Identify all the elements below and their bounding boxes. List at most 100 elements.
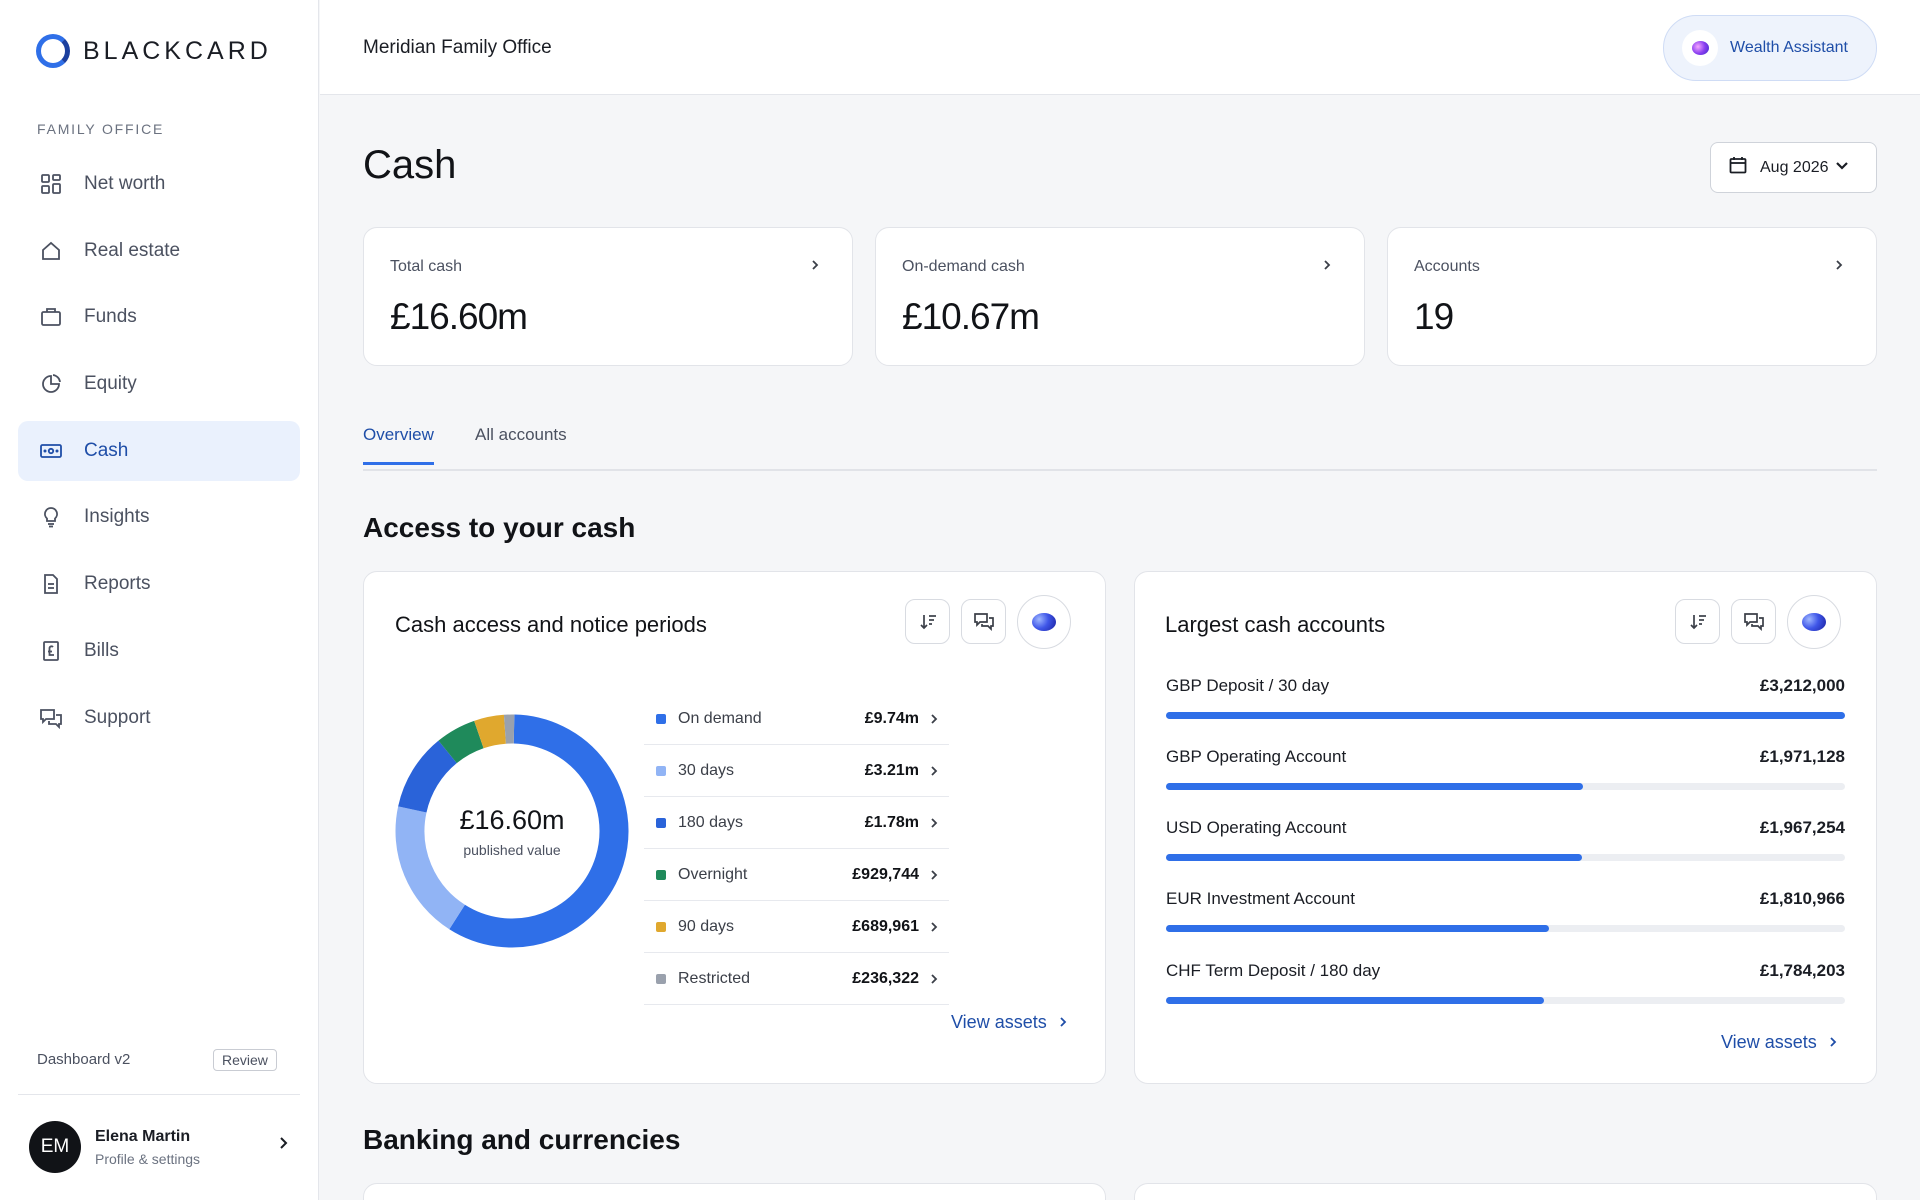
briefcase-icon xyxy=(38,304,64,330)
sidebar-item-funds[interactable]: Funds xyxy=(18,287,300,347)
account-value: £1,784,203 xyxy=(1759,961,1845,980)
brand-ring-icon xyxy=(36,34,70,68)
sidebar-item-reports[interactable]: Reports xyxy=(18,554,300,614)
sidebar-item-cash[interactable]: Cash xyxy=(18,420,300,481)
account-value: £1,810,966 xyxy=(1759,889,1845,908)
sidebar-item-label: Cash xyxy=(84,439,129,461)
sidebar-item-bills[interactable]: Bills xyxy=(18,621,300,681)
notice-value: £929,744 xyxy=(852,865,919,883)
date-picker-button[interactable]: Aug 2026 xyxy=(1710,142,1877,193)
account-name: GBP Deposit / 30 day xyxy=(1166,676,1330,695)
sidebar-item-support[interactable]: Support xyxy=(18,688,300,748)
tab-overview[interactable]: Overview xyxy=(363,425,434,465)
notice-row-30-days[interactable]: 30 days £3.21m xyxy=(644,745,949,797)
sidebar-item-label: Equity xyxy=(84,373,137,395)
cash-access-panel: Cash access and notice periods £16.60m p… xyxy=(363,571,1106,1084)
notice-label: Restricted xyxy=(678,969,751,987)
account-row[interactable]: USD Operating Account £1,967,254 xyxy=(1166,818,1845,861)
notice-row-on-demand[interactable]: On demand £9.74m xyxy=(644,693,949,745)
lightbulb-icon xyxy=(38,504,64,530)
ai-orb-icon xyxy=(1032,613,1056,631)
sidebar-item-real-estate[interactable]: Real estate xyxy=(18,221,300,281)
tab-bar: Overview All accounts xyxy=(363,418,1877,471)
legend-swatch xyxy=(656,765,666,776)
stat-value: £16.60m xyxy=(390,296,528,337)
panel-title: Largest cash accounts xyxy=(1165,612,1386,637)
notice-row-overnight[interactable]: Overnight £929,744 xyxy=(644,849,949,901)
account-bar-fill xyxy=(1166,997,1544,1004)
account-name: CHF Term Deposit / 180 day xyxy=(1166,961,1381,980)
notice-label: Overnight xyxy=(678,865,748,883)
notice-label: 90 days xyxy=(678,917,735,935)
account-bar-fill xyxy=(1166,854,1583,861)
notice-label: On demand xyxy=(678,709,762,727)
legend-swatch xyxy=(656,973,666,984)
sidebar: BLACKCARD FAMILY OFFICE Net worth Real e… xyxy=(0,0,319,1200)
chat-bubbles-icon xyxy=(1743,612,1764,631)
donut-total-value: £16.60m xyxy=(459,804,565,835)
notice-value: £689,961 xyxy=(852,917,919,935)
home-icon xyxy=(38,238,64,264)
organization-name: Meridian Family Office xyxy=(363,37,552,58)
sort-icon xyxy=(1689,614,1706,629)
notice-row-restricted[interactable]: Restricted £236,322 xyxy=(644,953,949,1005)
sidebar-item-net-worth[interactable]: Net worth xyxy=(18,154,300,214)
brand-logo[interactable]: BLACKCARD xyxy=(36,34,272,68)
notice-label: 180 days xyxy=(678,813,743,831)
stat-label: On-demand cash xyxy=(902,258,1025,275)
sidebar-item-label: Reports xyxy=(84,573,151,595)
account-name: GBP Operating Account xyxy=(1166,747,1347,766)
account-row[interactable]: EUR Investment Account £1,810,966 xyxy=(1166,889,1845,932)
sidebar-item-label: Insights xyxy=(84,506,150,528)
stat-card-on-demand-cash[interactable]: On-demand cash £10.67m xyxy=(875,227,1365,366)
sort-button[interactable] xyxy=(905,599,950,644)
review-badge[interactable]: Review xyxy=(213,1049,277,1071)
account-bar-track xyxy=(1166,854,1845,861)
notice-row-90-days[interactable]: 90 days £689,961 xyxy=(644,901,949,953)
wealth-assistant-button[interactable]: Wealth Assistant xyxy=(1663,15,1877,81)
user-profile[interactable]: EM Elena Martin Profile & settings xyxy=(29,1121,291,1173)
legend-swatch xyxy=(656,817,666,828)
view-assets-link[interactable]: View assets xyxy=(1721,1032,1839,1053)
account-row[interactable]: GBP Operating Account £1,971,128 xyxy=(1166,747,1845,790)
ai-assistant-button[interactable] xyxy=(1017,595,1071,649)
ai-assistant-button[interactable] xyxy=(1787,595,1841,649)
sidebar-item-equity[interactable]: Equity xyxy=(18,354,300,414)
notice-value: £1.78m xyxy=(864,813,919,831)
chevron-down-icon xyxy=(1835,158,1849,177)
sort-icon xyxy=(919,614,936,629)
chevron-right-icon xyxy=(919,817,949,829)
brand-name: BLACKCARD xyxy=(83,36,272,65)
notice-value: £236,322 xyxy=(852,969,919,987)
chat-bubbles-icon xyxy=(973,612,994,631)
donut-subtitle: published value xyxy=(463,841,561,858)
assistant-label: Wealth Assistant xyxy=(1730,39,1848,56)
notice-row-180-days[interactable]: 180 days £1.78m xyxy=(644,797,949,849)
sort-button[interactable] xyxy=(1675,599,1720,644)
version-label: Dashboard v2 xyxy=(37,1051,131,1068)
divider xyxy=(18,1094,300,1095)
link-label: View assets xyxy=(951,1012,1047,1032)
section-title-banking: Banking and currencies xyxy=(363,1124,681,1155)
pound-receipt-icon xyxy=(38,638,64,664)
chevron-right-icon xyxy=(919,973,949,985)
chevron-right-icon xyxy=(919,765,949,777)
banking-panel xyxy=(363,1183,1106,1200)
comments-button[interactable] xyxy=(1731,599,1776,644)
sidebar-item-insights[interactable]: Insights xyxy=(18,487,300,547)
stat-card-total-cash[interactable]: Total cash £16.60m xyxy=(363,227,853,366)
stat-card-accounts[interactable]: Accounts 19 xyxy=(1387,227,1877,366)
account-row[interactable]: CHF Term Deposit / 180 day £1,784,203 xyxy=(1166,961,1845,1004)
account-row[interactable]: GBP Deposit / 30 day £3,212,000 xyxy=(1166,676,1845,719)
view-assets-link[interactable]: View assets xyxy=(951,1012,1069,1033)
legend-swatch xyxy=(656,921,666,932)
chevron-right-icon xyxy=(919,921,949,933)
sidebar-section-label: FAMILY OFFICE xyxy=(37,121,165,137)
chevron-right-icon xyxy=(275,1135,291,1156)
largest-accounts-panel: Largest cash accounts GBP Deposit / 30 d… xyxy=(1134,571,1877,1084)
comments-button[interactable] xyxy=(961,599,1006,644)
account-name: USD Operating Account xyxy=(1166,818,1347,837)
user-subtitle: Profile & settings xyxy=(95,1150,201,1167)
tab-all-accounts[interactable]: All accounts xyxy=(475,425,567,462)
grid-icon xyxy=(38,171,64,197)
